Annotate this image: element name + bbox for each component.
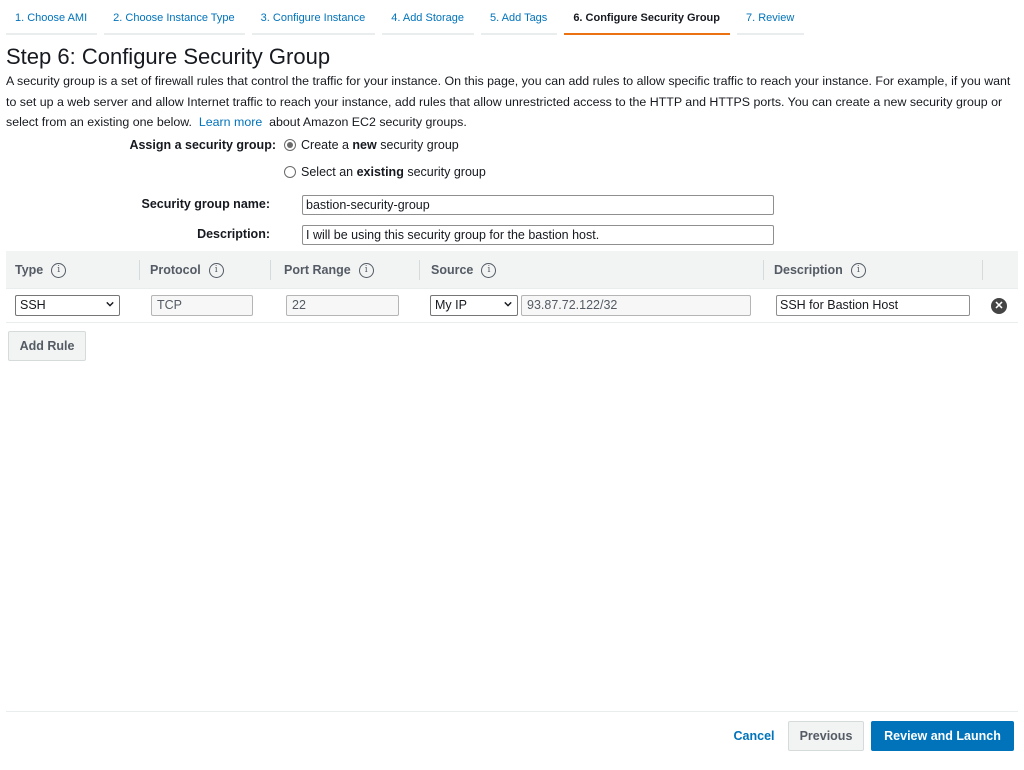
- cancel-button[interactable]: Cancel: [726, 721, 782, 751]
- header-protocol-label: Protocol: [150, 263, 201, 277]
- intro-text: A security group is a set of firewall ru…: [6, 71, 1016, 133]
- chevron-down-icon: [504, 301, 512, 307]
- chevron-down-icon: [106, 301, 114, 307]
- assign-security-group-label: Assign a security group:: [129, 138, 276, 152]
- info-icon[interactable]: i: [51, 262, 67, 278]
- description-input[interactable]: I will be using this security group for …: [302, 225, 774, 245]
- radio-select-existing-button[interactable]: [284, 166, 296, 178]
- info-icon[interactable]: i: [850, 262, 866, 278]
- radio-create-new-bold: new: [352, 138, 377, 152]
- learn-more-link[interactable]: Learn more: [199, 115, 262, 129]
- page-title: Step 6: Configure Security Group: [6, 44, 331, 69]
- radio-create-new-pre: Create a: [301, 138, 353, 152]
- step-choose-instance-type[interactable]: 2. Choose Instance Type: [104, 6, 245, 35]
- review-and-launch-button[interactable]: Review and Launch: [871, 721, 1014, 751]
- header-source-label: Source: [431, 263, 474, 277]
- previous-button[interactable]: Previous: [788, 721, 864, 751]
- description-label: Description:: [197, 227, 270, 241]
- info-icon[interactable]: i: [358, 262, 374, 278]
- header-port-range: Port Range i: [275, 251, 374, 289]
- radio-create-new-post: security group: [376, 138, 459, 152]
- header-source: Source i: [422, 251, 497, 289]
- step-add-storage[interactable]: 4. Add Storage: [382, 6, 475, 35]
- header-port-range-label: Port Range: [284, 263, 351, 277]
- header-description-label: Description: [774, 263, 843, 277]
- rule-type-value: SSH: [20, 298, 46, 312]
- step-choose-ami[interactable]: 1. Choose AMI: [6, 6, 98, 35]
- security-group-name-label: Security group name:: [141, 197, 271, 211]
- info-icon[interactable]: i: [481, 262, 497, 278]
- rules-table-header: Type i Protocol i Port Range i Source i Desc…: [6, 251, 1018, 289]
- add-rule-button[interactable]: Add Rule: [8, 331, 86, 361]
- rule-type-select[interactable]: SSH: [15, 295, 120, 316]
- radio-select-existing-label: Select an existing security group: [301, 165, 486, 179]
- info-icon[interactable]: i: [208, 262, 224, 278]
- radio-create-new[interactable]: Create a new security group: [284, 138, 459, 152]
- rule-protocol-field: TCP: [151, 295, 253, 316]
- step-review[interactable]: 7. Review: [737, 6, 805, 35]
- intro-tail: about Amazon EC2 security groups.: [269, 115, 467, 129]
- rule-source-select[interactable]: My IP: [430, 295, 518, 316]
- rule-source-type-value: My IP: [435, 298, 467, 312]
- header-type-label: Type: [15, 263, 44, 277]
- radio-create-new-button[interactable]: [284, 139, 296, 151]
- rule-port-range-field: 22: [286, 295, 399, 316]
- rule-source-cidr-field: 93.87.72.122/32: [521, 295, 751, 316]
- radio-select-existing-bold: existing: [356, 165, 404, 179]
- security-group-name-input[interactable]: bastion-security-group: [302, 195, 774, 215]
- wizard-steps: 1. Choose AMI 2. Choose Instance Type 3.…: [6, 6, 811, 35]
- radio-select-existing-pre: Select an: [301, 165, 357, 179]
- row-divider: [6, 322, 1018, 323]
- header-description: Description i: [765, 251, 866, 289]
- step-configure-security-group[interactable]: 6. Configure Security Group: [564, 6, 730, 35]
- radio-select-existing[interactable]: Select an existing security group: [284, 165, 486, 179]
- step-add-tags[interactable]: 5. Add Tags: [481, 6, 558, 35]
- radio-create-new-label: Create a new security group: [301, 138, 459, 152]
- intro-body: A security group is a set of firewall ru…: [6, 74, 1011, 129]
- header-type: Type i: [6, 251, 67, 289]
- header-protocol: Protocol i: [141, 251, 224, 289]
- radio-select-existing-post: security group: [403, 165, 486, 179]
- remove-rule-icon[interactable]: ✕: [991, 298, 1007, 314]
- step-configure-instance[interactable]: 3. Configure Instance: [251, 6, 376, 35]
- header-actions-separator: [982, 260, 992, 280]
- footer-divider: [6, 711, 1018, 712]
- rule-description-input[interactable]: SSH for Bastion Host: [776, 295, 970, 316]
